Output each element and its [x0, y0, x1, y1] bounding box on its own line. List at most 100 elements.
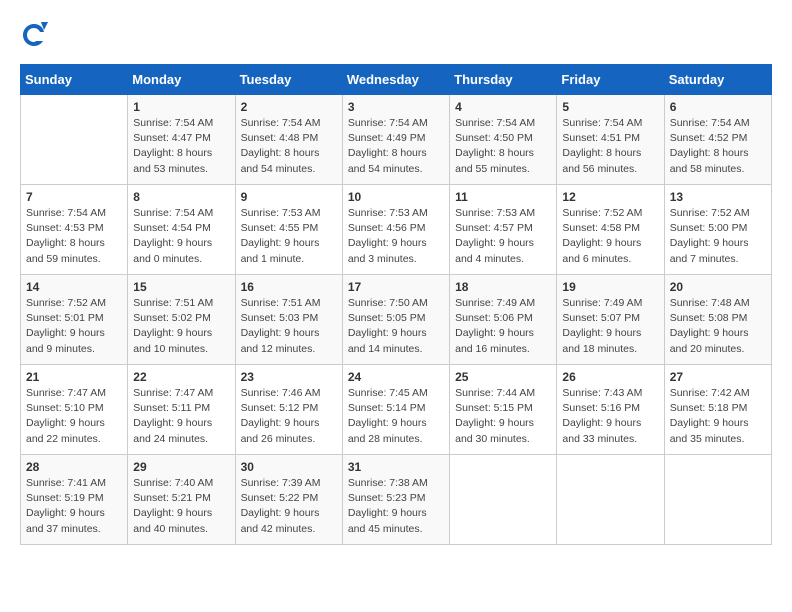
weekday-header-thursday: Thursday [450, 65, 557, 95]
day-number: 26 [562, 370, 658, 384]
day-info: Sunrise: 7:52 AM Sunset: 5:00 PM Dayligh… [670, 206, 766, 267]
day-info: Sunrise: 7:44 AM Sunset: 5:15 PM Dayligh… [455, 386, 551, 447]
calendar-cell: 13 Sunrise: 7:52 AM Sunset: 5:00 PM Dayli… [664, 185, 771, 275]
day-number: 19 [562, 280, 658, 294]
calendar-cell: 14Sunrise: 7:52 AM Sunset: 5:01 PM Dayli… [21, 275, 128, 365]
logo [20, 20, 52, 48]
weekday-header-wednesday: Wednesday [342, 65, 449, 95]
calendar-cell: 23 Sunrise: 7:46 AM Sunset: 5:12 PM Dayli… [235, 365, 342, 455]
calendar-cell: 27Sunrise: 7:42 AM Sunset: 5:18 PM Dayli… [664, 365, 771, 455]
day-number: 2 [241, 100, 337, 114]
day-info: Sunrise: 7:54 AM Sunset: 4:51 PM Dayligh… [562, 116, 658, 177]
day-number: 8 [133, 190, 229, 204]
calendar-cell [21, 95, 128, 185]
day-number: 11 [455, 190, 551, 204]
calendar-cell: 6 Sunrise: 7:54 AM Sunset: 4:52 PM Daylig… [664, 95, 771, 185]
day-number: 23 [241, 370, 337, 384]
calendar-cell: 26 Sunrise: 7:43 AM Sunset: 5:16 PM Dayli… [557, 365, 664, 455]
day-info: Sunrise: 7:54 AM Sunset: 4:53 PM Dayligh… [26, 206, 122, 267]
day-number: 7 [26, 190, 122, 204]
day-info: Sunrise: 7:52 AM Sunset: 4:58 PM Dayligh… [562, 206, 658, 267]
day-number: 20 [670, 280, 766, 294]
calendar-cell: 15 Sunrise: 7:51 AM Sunset: 5:02 PM Dayli… [128, 275, 235, 365]
day-info: Sunrise: 7:53 AM Sunset: 4:55 PM Dayligh… [241, 206, 337, 267]
calendar-cell: 30 Sunrise: 7:39 AM Sunset: 5:22 PM Dayli… [235, 455, 342, 545]
day-info: Sunrise: 7:49 AM Sunset: 5:07 PM Dayligh… [562, 296, 658, 357]
day-info: Sunrise: 7:46 AM Sunset: 5:12 PM Dayligh… [241, 386, 337, 447]
day-info: Sunrise: 7:54 AM Sunset: 4:54 PM Dayligh… [133, 206, 229, 267]
weekday-header-monday: Monday [128, 65, 235, 95]
day-info: Sunrise: 7:41 AM Sunset: 5:19 PM Dayligh… [26, 476, 122, 537]
day-number: 6 [670, 100, 766, 114]
day-number: 16 [241, 280, 337, 294]
day-number: 5 [562, 100, 658, 114]
day-number: 27 [670, 370, 766, 384]
calendar-cell: 4 Sunrise: 7:54 AM Sunset: 4:50 PM Daylig… [450, 95, 557, 185]
day-info: Sunrise: 7:40 AM Sunset: 5:21 PM Dayligh… [133, 476, 229, 537]
day-info: Sunrise: 7:47 AM Sunset: 5:11 PM Dayligh… [133, 386, 229, 447]
day-number: 18 [455, 280, 551, 294]
weekday-header-friday: Friday [557, 65, 664, 95]
calendar-cell: 9 Sunrise: 7:53 AM Sunset: 4:55 PM Daylig… [235, 185, 342, 275]
day-info: Sunrise: 7:54 AM Sunset: 4:52 PM Dayligh… [670, 116, 766, 177]
calendar-cell: 12 Sunrise: 7:52 AM Sunset: 4:58 PM Dayli… [557, 185, 664, 275]
calendar-cell: 21 Sunrise: 7:47 AM Sunset: 5:10 PM Dayli… [21, 365, 128, 455]
calendar-cell: 24Sunrise: 7:45 AM Sunset: 5:14 PM Dayli… [342, 365, 449, 455]
day-info: Sunrise: 7:39 AM Sunset: 5:22 PM Dayligh… [241, 476, 337, 537]
day-info: Sunrise: 7:54 AM Sunset: 4:47 PM Dayligh… [133, 116, 229, 177]
calendar-cell: 8 Sunrise: 7:54 AM Sunset: 4:54 PM Daylig… [128, 185, 235, 275]
day-number: 29 [133, 460, 229, 474]
page-header [20, 20, 772, 48]
day-info: Sunrise: 7:54 AM Sunset: 4:49 PM Dayligh… [348, 116, 444, 177]
calendar-cell: 2Sunrise: 7:54 AM Sunset: 4:48 PM Daylig… [235, 95, 342, 185]
day-number: 9 [241, 190, 337, 204]
day-number: 28 [26, 460, 122, 474]
day-info: Sunrise: 7:53 AM Sunset: 4:57 PM Dayligh… [455, 206, 551, 267]
day-number: 1 [133, 100, 229, 114]
day-number: 13 [670, 190, 766, 204]
logo-icon [20, 20, 48, 48]
calendar-cell: 25 Sunrise: 7:44 AM Sunset: 5:15 PM Dayli… [450, 365, 557, 455]
day-number: 22 [133, 370, 229, 384]
day-number: 17 [348, 280, 444, 294]
calendar-week-4: 21 Sunrise: 7:47 AM Sunset: 5:10 PM Dayli… [21, 365, 772, 455]
calendar-table: SundayMondayTuesdayWednesdayThursdayFrid… [20, 64, 772, 545]
calendar-cell: 20 Sunrise: 7:48 AM Sunset: 5:08 PM Dayli… [664, 275, 771, 365]
calendar-cell: 29 Sunrise: 7:40 AM Sunset: 5:21 PM Dayli… [128, 455, 235, 545]
calendar-week-5: 28 Sunrise: 7:41 AM Sunset: 5:19 PM Dayli… [21, 455, 772, 545]
calendar-cell: 5 Sunrise: 7:54 AM Sunset: 4:51 PM Daylig… [557, 95, 664, 185]
day-number: 21 [26, 370, 122, 384]
calendar-cell: 31 Sunrise: 7:38 AM Sunset: 5:23 PM Dayli… [342, 455, 449, 545]
day-info: Sunrise: 7:53 AM Sunset: 4:56 PM Dayligh… [348, 206, 444, 267]
calendar-cell: 10Sunrise: 7:53 AM Sunset: 4:56 PM Dayli… [342, 185, 449, 275]
calendar-cell [664, 455, 771, 545]
day-number: 12 [562, 190, 658, 204]
calendar-cell: 19 Sunrise: 7:49 AM Sunset: 5:07 PM Dayli… [557, 275, 664, 365]
calendar-cell [450, 455, 557, 545]
day-info: Sunrise: 7:49 AM Sunset: 5:06 PM Dayligh… [455, 296, 551, 357]
day-number: 15 [133, 280, 229, 294]
day-number: 3 [348, 100, 444, 114]
day-number: 31 [348, 460, 444, 474]
weekday-header-saturday: Saturday [664, 65, 771, 95]
day-info: Sunrise: 7:45 AM Sunset: 5:14 PM Dayligh… [348, 386, 444, 447]
day-number: 4 [455, 100, 551, 114]
calendar-cell: 7 Sunrise: 7:54 AM Sunset: 4:53 PM Daylig… [21, 185, 128, 275]
day-number: 25 [455, 370, 551, 384]
calendar-cell: 28 Sunrise: 7:41 AM Sunset: 5:19 PM Dayli… [21, 455, 128, 545]
calendar-cell: 17 Sunrise: 7:50 AM Sunset: 5:05 PM Dayli… [342, 275, 449, 365]
calendar-cell: 11 Sunrise: 7:53 AM Sunset: 4:57 PM Dayli… [450, 185, 557, 275]
day-info: Sunrise: 7:48 AM Sunset: 5:08 PM Dayligh… [670, 296, 766, 357]
day-info: Sunrise: 7:43 AM Sunset: 5:16 PM Dayligh… [562, 386, 658, 447]
day-info: Sunrise: 7:47 AM Sunset: 5:10 PM Dayligh… [26, 386, 122, 447]
day-info: Sunrise: 7:51 AM Sunset: 5:02 PM Dayligh… [133, 296, 229, 357]
day-number: 14 [26, 280, 122, 294]
weekday-header-tuesday: Tuesday [235, 65, 342, 95]
day-info: Sunrise: 7:38 AM Sunset: 5:23 PM Dayligh… [348, 476, 444, 537]
day-info: Sunrise: 7:50 AM Sunset: 5:05 PM Dayligh… [348, 296, 444, 357]
day-number: 30 [241, 460, 337, 474]
calendar-cell [557, 455, 664, 545]
calendar-cell: 3 Sunrise: 7:54 AM Sunset: 4:49 PM Daylig… [342, 95, 449, 185]
calendar-cell: 1 Sunrise: 7:54 AM Sunset: 4:47 PM Daylig… [128, 95, 235, 185]
day-info: Sunrise: 7:54 AM Sunset: 4:50 PM Dayligh… [455, 116, 551, 177]
